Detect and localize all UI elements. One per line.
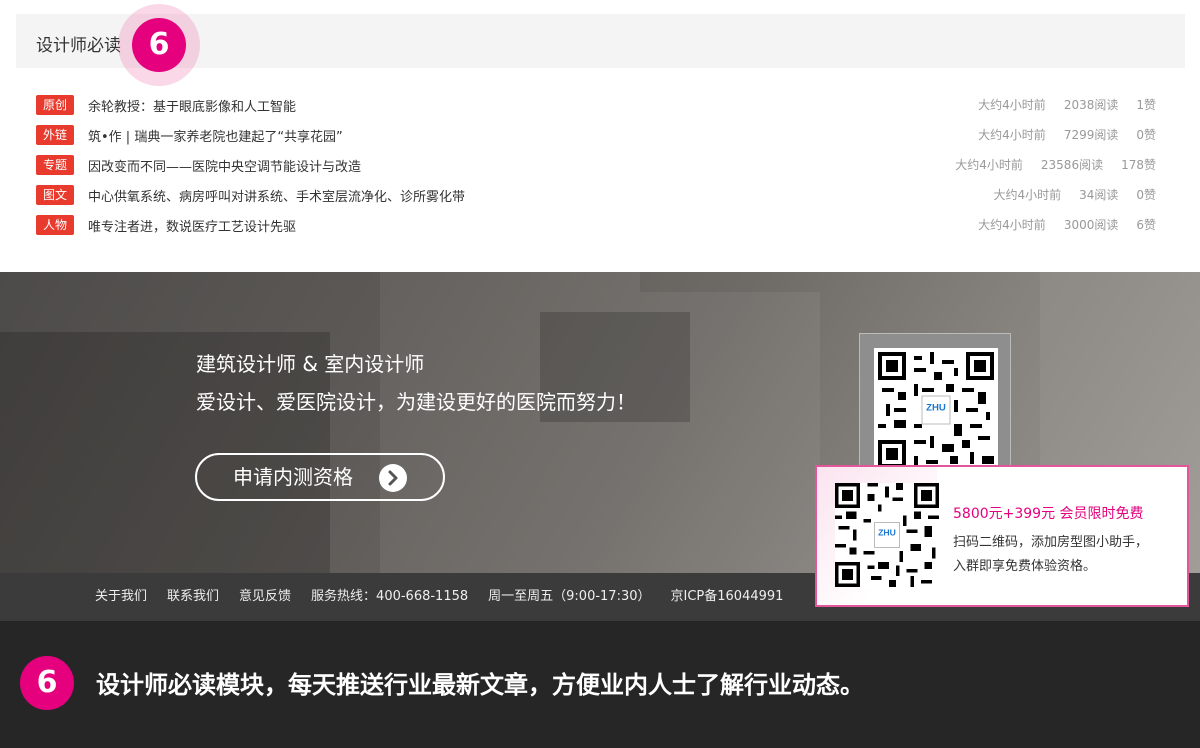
article-title[interactable]: 中心供氧系统、病房呼叫对讲系统、手术室层流净化、诊所雾化带 xyxy=(88,186,465,205)
article-title[interactable]: 唯专注者进，数说医疗工艺设计先驱 xyxy=(88,216,296,235)
step-badge: 6 xyxy=(132,18,186,72)
popup-instruction: 扫码二维码，添加房型图小助手， xyxy=(953,535,1149,550)
footer-hours: 周一至周五（9:00-17:30） xyxy=(488,589,651,604)
svg-text:ZHU: ZHU xyxy=(878,527,896,537)
arrow-right-icon xyxy=(379,464,407,492)
footer-about-link[interactable]: 关于我们 xyxy=(95,589,147,604)
footer-feedback-link[interactable]: 意见反馈 xyxy=(239,589,291,604)
apply-beta-label: 申请内测资格 xyxy=(233,465,353,489)
svg-text:ZHU: ZHU xyxy=(926,402,946,413)
hero-headline: 建筑设计师 & 室内设计师 xyxy=(196,352,425,376)
promo-popup[interactable]: ZHU 5800元+399元 会员限时免费 扫码二维码，添加房型图小助手， 入群… xyxy=(815,465,1189,607)
article-time: 大约4小时前 xyxy=(993,188,1062,202)
footer-contact-link[interactable]: 联系我们 xyxy=(167,589,219,604)
article-row[interactable]: 外链 筑•作 | 瑞典一家养老院也建起了“共享花园” 大约4小时前 7299阅读 0… xyxy=(36,120,1160,150)
article-reads: 23586阅读 xyxy=(1040,158,1104,172)
qr-code-icon: ZHU xyxy=(835,483,939,587)
article-time: 大约4小时前 xyxy=(955,158,1023,172)
article-title[interactable]: 筑•作 | 瑞典一家养老院也建起了“共享花园” xyxy=(88,126,343,145)
article-tag: 专题 xyxy=(36,155,74,175)
footer-icp[interactable]: 京ICP备16044991 xyxy=(671,589,784,604)
article-meta: 大约4小时前 3000阅读 6赞 xyxy=(960,210,1156,240)
article-row[interactable]: 专题 因改变而不同——医院中央空调节能设计与改造 大约4小时前 23586阅读 17… xyxy=(36,150,1160,180)
article-likes: 0赞 xyxy=(1136,188,1156,202)
article-row[interactable]: 人物 唯专注者进，数说医疗工艺设计先驱 大约4小时前 3000阅读 6赞 xyxy=(36,210,1160,240)
article-reads: 2038阅读 xyxy=(1063,98,1119,112)
article-likes: 6赞 xyxy=(1136,218,1156,232)
footer-links: 关于我们 联系我们 意见反馈 服务热线：400-668-1158 周一至周五（9:00-… xyxy=(95,573,803,621)
article-reads: 3000阅读 xyxy=(1063,218,1119,232)
caption-step-badge: 6 xyxy=(20,656,74,710)
caption-bar: 6 设计师必读模块，每天推送行业最新文章，方便业内人士了解行业动态。 xyxy=(0,621,1200,748)
article-time: 大约4小时前 xyxy=(978,128,1046,142)
article-row[interactable]: 图文 中心供氧系统、病房呼叫对讲系统、手术室层流净化、诊所雾化带 大约4小时前 3… xyxy=(36,180,1160,210)
article-title[interactable]: 因改变而不同——医院中央空调节能设计与改造 xyxy=(88,156,361,175)
article-tag: 外链 xyxy=(36,125,74,145)
article-row[interactable]: 原创 余轮教授：基于眼底影像和人工智能 大约4小时前 2038阅读 1赞 xyxy=(36,90,1160,120)
popup-benefit: 入群即享免费体验资格。 xyxy=(953,559,1097,574)
qr-code-frame: ZHU xyxy=(859,333,1011,473)
article-likes: 1赞 xyxy=(1136,98,1156,112)
article-reads: 7299阅读 xyxy=(1063,128,1119,142)
article-meta: 大约4小时前 7299阅读 0赞 xyxy=(960,120,1156,150)
article-likes: 0赞 xyxy=(1136,128,1156,142)
article-time: 大约4小时前 xyxy=(978,218,1046,232)
footer-hotline: 服务热线：400-668-1158 xyxy=(311,589,469,604)
article-likes: 178赞 xyxy=(1121,158,1156,172)
article-list: 原创 余轮教授：基于眼底影像和人工智能 大约4小时前 2038阅读 1赞 外链 筑•… xyxy=(36,90,1160,240)
article-meta: 大约4小时前 23586阅读 178赞 xyxy=(937,150,1156,180)
apply-beta-button[interactable]: 申请内测资格 xyxy=(195,453,445,501)
popup-price: 5800元+399元 会员限时免费 xyxy=(953,506,1144,522)
qr-code-icon: ZHU xyxy=(874,348,998,472)
caption-text: 设计师必读模块，每天推送行业最新文章，方便业内人士了解行业动态。 xyxy=(96,671,864,699)
article-tag: 人物 xyxy=(36,215,74,235)
article-title[interactable]: 余轮教授：基于眼底影像和人工智能 xyxy=(88,96,296,115)
hero-slogan: 爱设计、爱医院设计，为建设更好的医院而努力！ xyxy=(196,390,636,414)
article-tag: 图文 xyxy=(36,185,74,205)
article-tag: 原创 xyxy=(36,95,74,115)
article-meta: 大约4小时前 2038阅读 1赞 xyxy=(960,90,1156,120)
section-title: 设计师必读 xyxy=(36,36,121,56)
article-reads: 34阅读 xyxy=(1079,188,1119,202)
article-meta: 大约4小时前 34阅读 0赞 xyxy=(975,180,1156,210)
article-time: 大约4小时前 xyxy=(978,98,1046,112)
